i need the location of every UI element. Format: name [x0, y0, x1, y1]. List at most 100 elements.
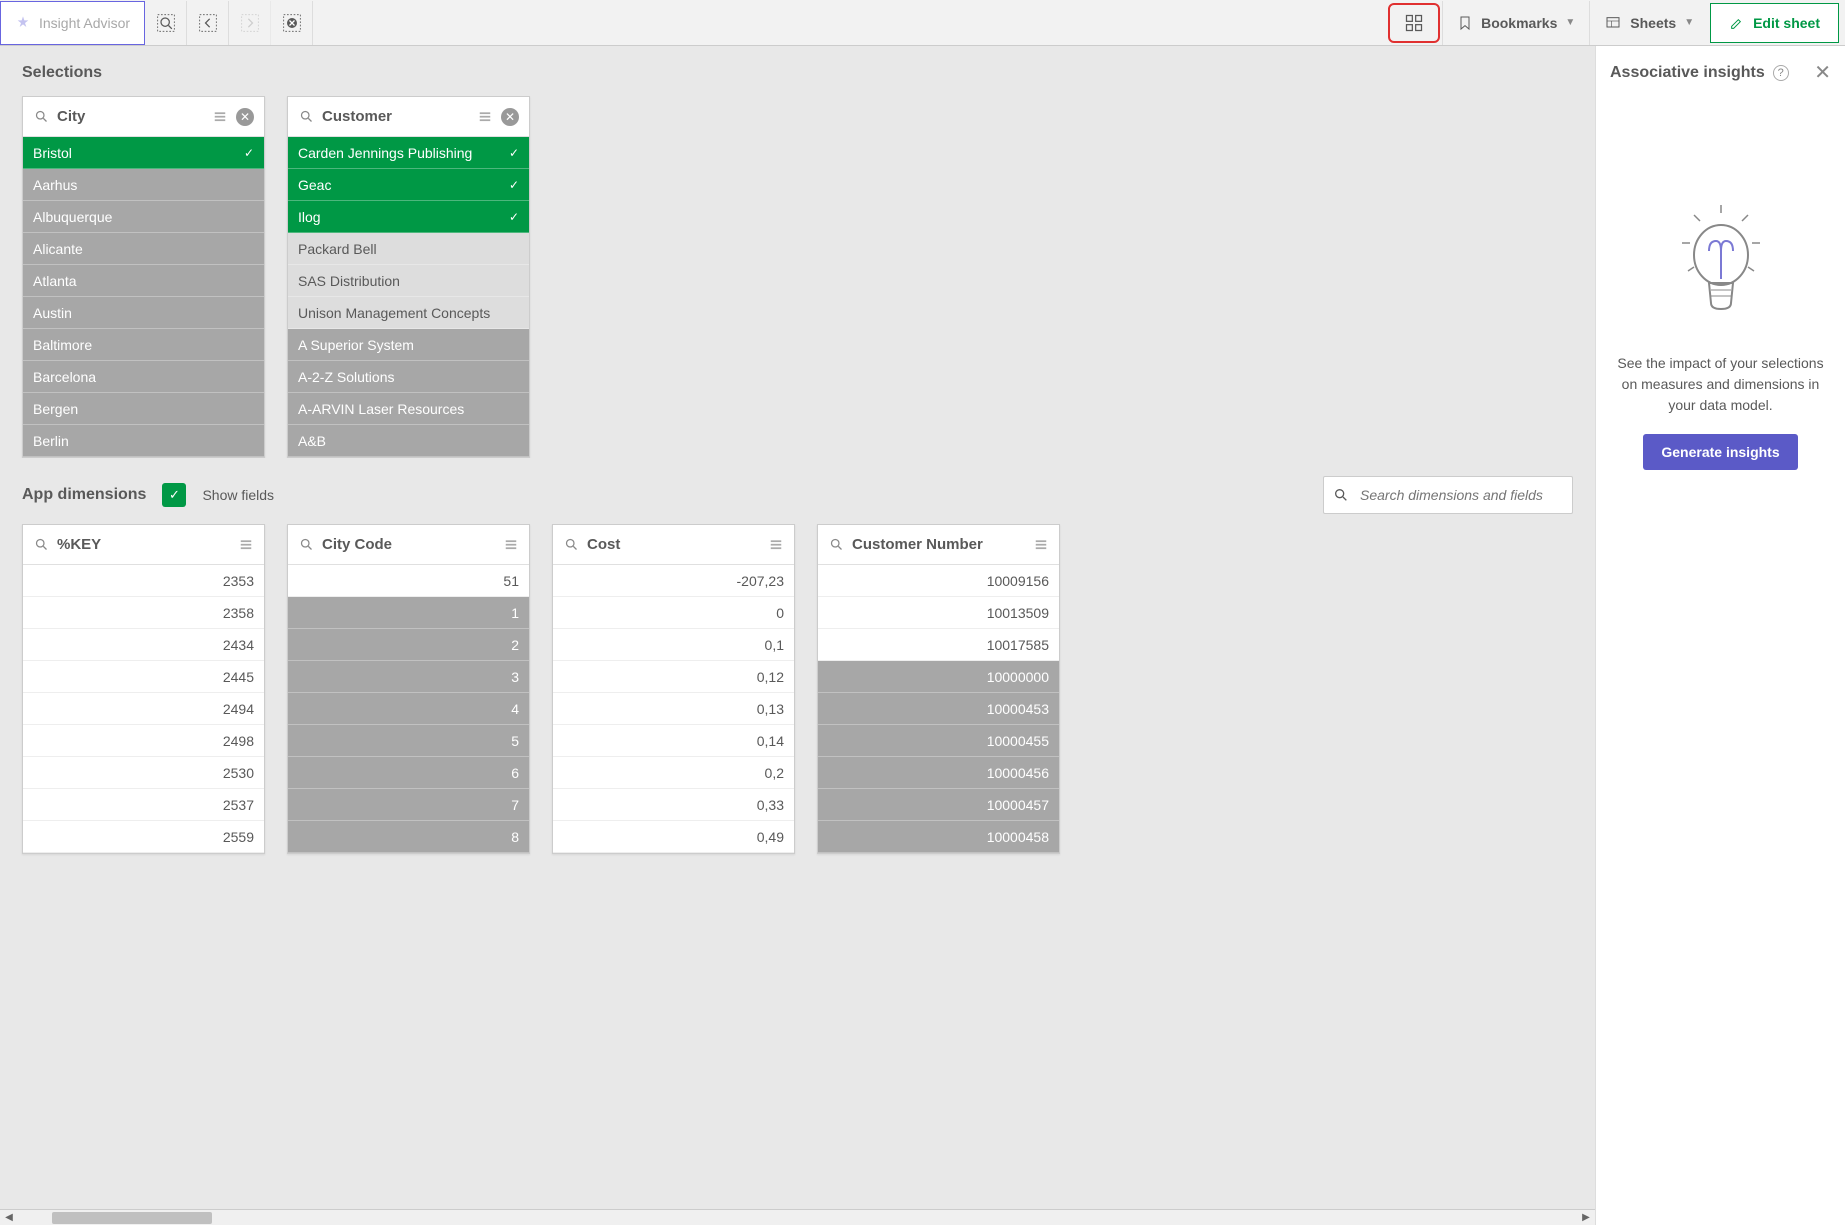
search-icon[interactable]	[33, 109, 49, 125]
listbox-title: City	[57, 108, 204, 125]
list-item[interactable]: 10009156	[818, 565, 1059, 597]
list-item[interactable]: 2445	[23, 661, 264, 693]
list-item[interactable]: 10000457	[818, 789, 1059, 821]
search-icon[interactable]	[298, 537, 314, 553]
list-item[interactable]: 10000458	[818, 821, 1059, 853]
search-icon[interactable]	[298, 109, 314, 125]
list-item[interactable]: 2498	[23, 725, 264, 757]
list-item[interactable]: A&B	[288, 425, 529, 457]
list-item[interactable]: Carden Jennings Publishing✓	[288, 137, 529, 169]
list-item-label: 0,33	[757, 797, 784, 813]
step-forward-button[interactable]	[229, 1, 271, 45]
list-item[interactable]: 0,12	[553, 661, 794, 693]
search-icon[interactable]	[33, 537, 49, 553]
bookmarks-label: Bookmarks	[1481, 15, 1557, 31]
clear-selection-icon[interactable]: ✕	[501, 108, 519, 126]
list-item[interactable]: Packard Bell	[288, 233, 529, 265]
list-item[interactable]: A-2-Z Solutions	[288, 361, 529, 393]
list-item[interactable]: -207,23	[553, 565, 794, 597]
search-icon[interactable]	[828, 537, 844, 553]
list-item[interactable]: 2	[288, 629, 529, 661]
help-icon[interactable]: ?	[1773, 65, 1789, 81]
scroll-right-arrow[interactable]: ▶	[1577, 1210, 1595, 1225]
show-fields-checkbox[interactable]: ✓	[162, 483, 186, 507]
list-item[interactable]: 10017585	[818, 629, 1059, 661]
list-icon[interactable]	[212, 109, 228, 125]
edit-sheet-button[interactable]: Edit sheet	[1710, 3, 1839, 43]
list-item[interactable]: 2559	[23, 821, 264, 853]
list-item[interactable]: Baltimore	[23, 329, 264, 361]
listbox-city-code: City Code5112345678	[287, 524, 530, 854]
list-item[interactable]: 0	[553, 597, 794, 629]
list-item[interactable]: 0,49	[553, 821, 794, 853]
list-item[interactable]: Unison Management Concepts	[288, 297, 529, 329]
scroll-left-arrow[interactable]: ◀	[0, 1210, 18, 1225]
list-item[interactable]: Geac✓	[288, 169, 529, 201]
list-item-label: 8	[511, 829, 519, 845]
list-item[interactable]: 8	[288, 821, 529, 853]
list-item[interactable]: SAS Distribution	[288, 265, 529, 297]
list-item[interactable]: Berlin	[23, 425, 264, 457]
list-item[interactable]: 6	[288, 757, 529, 789]
list-item[interactable]: 0,1	[553, 629, 794, 661]
list-item[interactable]: 10000453	[818, 693, 1059, 725]
list-item[interactable]: 10000000	[818, 661, 1059, 693]
list-item[interactable]: Aarhus	[23, 169, 264, 201]
list-item[interactable]: 3	[288, 661, 529, 693]
list-item[interactable]: 2537	[23, 789, 264, 821]
list-icon[interactable]	[503, 537, 519, 553]
list-item[interactable]: 5	[288, 725, 529, 757]
list-icon[interactable]	[768, 537, 784, 553]
list-item[interactable]: Bristol✓	[23, 137, 264, 169]
list-item[interactable]: 2358	[23, 597, 264, 629]
list-item[interactable]: 10000456	[818, 757, 1059, 789]
listbox-header: Customer Number	[818, 525, 1059, 565]
horizontal-scrollbar[interactable]: ◀ ▶	[0, 1209, 1595, 1225]
step-back-button[interactable]	[187, 1, 229, 45]
list-item-label: Austin	[33, 305, 72, 321]
list-item[interactable]: A-ARVIN Laser Resources	[288, 393, 529, 425]
search-icon[interactable]	[563, 537, 579, 553]
list-item[interactable]: 2434	[23, 629, 264, 661]
list-item[interactable]: 2494	[23, 693, 264, 725]
insight-advisor-button[interactable]: Insight Advisor	[0, 1, 145, 45]
sheets-label: Sheets	[1630, 15, 1676, 31]
list-item[interactable]: A Superior System	[288, 329, 529, 361]
search-dimensions-input[interactable]	[1323, 476, 1573, 514]
bookmark-icon	[1457, 14, 1473, 32]
list-item[interactable]: 0,13	[553, 693, 794, 725]
list-item[interactable]: Atlanta	[23, 265, 264, 297]
list-item[interactable]: Ilog✓	[288, 201, 529, 233]
list-item[interactable]: 10000455	[818, 725, 1059, 757]
sheets-button[interactable]: Sheets ▼	[1589, 1, 1708, 45]
list-item[interactable]: Albuquerque	[23, 201, 264, 233]
list-item[interactable]: 2353	[23, 565, 264, 597]
close-icon[interactable]: ✕	[1814, 60, 1831, 85]
list-item[interactable]: Barcelona	[23, 361, 264, 393]
list-item-label: 2494	[223, 701, 254, 717]
list-item[interactable]: 4	[288, 693, 529, 725]
chevron-down-icon: ▼	[1565, 17, 1575, 28]
clear-selections-button[interactable]	[271, 1, 313, 45]
list-item[interactable]: 7	[288, 789, 529, 821]
listbox-header: Cost	[553, 525, 794, 565]
generate-insights-button[interactable]: Generate insights	[1643, 434, 1797, 470]
list-item[interactable]: 0,2	[553, 757, 794, 789]
clear-selection-icon[interactable]: ✕	[236, 108, 254, 126]
bookmarks-button[interactable]: Bookmarks ▼	[1442, 1, 1589, 45]
list-icon[interactable]	[477, 109, 493, 125]
smart-search-button[interactable]	[145, 1, 187, 45]
list-item[interactable]: 10013509	[818, 597, 1059, 629]
list-item[interactable]: Austin	[23, 297, 264, 329]
list-item[interactable]: 1	[288, 597, 529, 629]
list-item[interactable]: Alicante	[23, 233, 264, 265]
selections-tool-button[interactable]	[1388, 3, 1440, 43]
list-icon[interactable]	[238, 537, 254, 553]
scrollbar-thumb[interactable]	[52, 1212, 212, 1224]
list-item[interactable]: Bergen	[23, 393, 264, 425]
list-icon[interactable]	[1033, 537, 1049, 553]
list-item[interactable]: 51	[288, 565, 529, 597]
list-item[interactable]: 0,14	[553, 725, 794, 757]
list-item[interactable]: 0,33	[553, 789, 794, 821]
list-item[interactable]: 2530	[23, 757, 264, 789]
